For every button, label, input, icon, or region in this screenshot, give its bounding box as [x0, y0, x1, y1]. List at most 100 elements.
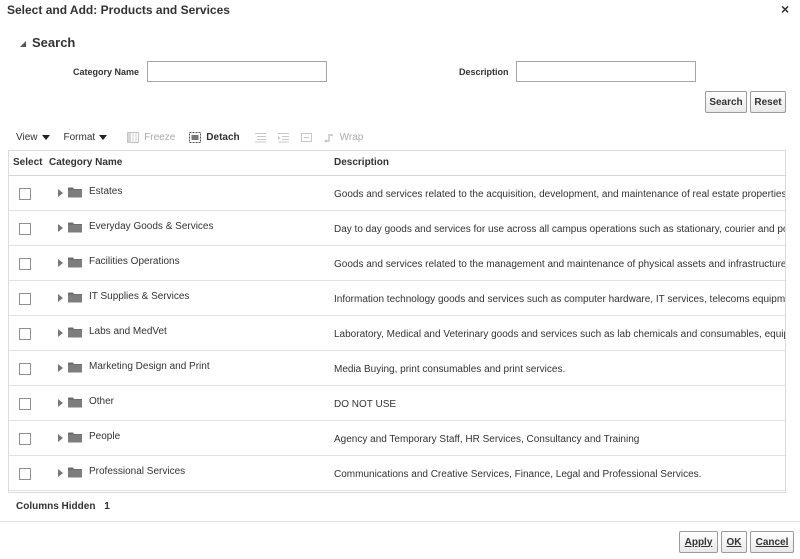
expand-row-icon[interactable] — [58, 329, 63, 337]
description-cell: Information technology goods and service… — [334, 294, 786, 305]
table-row[interactable]: Professional Services Communications and … — [9, 456, 785, 491]
row-select-checkbox[interactable] — [19, 328, 31, 340]
freeze-button[interactable]: Freeze — [127, 131, 176, 143]
expand-row-icon[interactable] — [58, 469, 63, 477]
folder-icon — [68, 292, 82, 303]
table-row[interactable]: Marketing Design and Print Media Buying, … — [9, 351, 785, 386]
category-name-cell: IT Supplies & Services — [89, 291, 190, 302]
search-section-toggle[interactable]: Search — [20, 34, 75, 50]
row-select-checkbox[interactable] — [19, 188, 31, 200]
freeze-icon — [127, 131, 140, 143]
category-name-cell: Marketing Design and Print — [89, 361, 210, 372]
table-row[interactable]: Other DO NOT USE — [9, 386, 785, 421]
description-cell: Communications and Creative Services, Fi… — [334, 469, 702, 480]
chevron-down-icon — [41, 134, 50, 140]
freeze-label: Freeze — [144, 131, 176, 143]
folder-icon — [68, 362, 82, 373]
expand-row-icon[interactable] — [58, 364, 63, 372]
footer-divider — [0, 521, 800, 522]
category-name-cell: Labs and MedVet — [89, 326, 167, 337]
detach-label: Detach — [206, 131, 240, 143]
folder-icon — [68, 257, 82, 268]
description-cell: Agency and Temporary Staff, HR Services,… — [334, 434, 640, 445]
dialog-title-bar: Select and Add: Products and Services × — [0, 0, 800, 20]
description-input[interactable] — [516, 61, 696, 82]
category-name-cell: Professional Services — [89, 466, 186, 477]
description-cell: DO NOT USE — [334, 399, 397, 410]
table-row[interactable]: People Agency and Temporary Staff, HR Ser… — [9, 421, 785, 456]
table-header-row: Select Category Name Description — [9, 151, 785, 176]
view-menu-label: View — [16, 131, 38, 143]
chevron-down-icon — [99, 134, 108, 140]
column-header-description[interactable]: Description — [334, 157, 389, 168]
columns-hidden-info: Columns Hidden 1 — [16, 501, 116, 512]
wrap-icon — [323, 133, 333, 143]
folder-icon — [68, 187, 82, 198]
categories-table: Select Category Name Description Estates… — [8, 150, 786, 493]
category-name-cell: Other — [89, 396, 115, 407]
ok-button-label: OK — [726, 536, 742, 548]
expand-row-icon[interactable] — [58, 434, 63, 442]
expand-row-icon[interactable] — [58, 189, 63, 197]
folder-icon — [68, 327, 82, 338]
folder-icon — [68, 467, 82, 478]
wrap-label: Wrap — [339, 131, 364, 143]
description-cell: Goods and services related to the acquis… — [334, 189, 786, 200]
row-select-checkbox[interactable] — [19, 363, 31, 375]
category-name-cell: People — [89, 431, 121, 442]
wrap-button[interactable]: Wrap — [323, 131, 364, 143]
apply-button[interactable]: Apply — [679, 531, 718, 553]
description-cell: Goods and services related to the manage… — [334, 259, 786, 270]
table-row[interactable]: Labs and MedVet Laboratory, Medical and V… — [9, 316, 786, 351]
folder-icon — [68, 222, 82, 233]
category-name-cell: Estates — [89, 186, 123, 197]
row-select-checkbox[interactable] — [19, 468, 31, 480]
search-section-title: Search — [32, 34, 76, 50]
expand-row-icon[interactable] — [58, 399, 63, 407]
select-and-add-dialog: Select and Add: Products and Services × … — [0, 0, 800, 559]
table-row[interactable]: Facilities Operations Goods and services … — [9, 246, 786, 281]
format-menu[interactable]: Format — [64, 132, 108, 143]
column-header-select[interactable]: Select — [13, 157, 42, 168]
detach-icon — [189, 131, 202, 143]
columns-hidden-label: Columns Hidden — [16, 501, 96, 512]
row-select-checkbox[interactable] — [19, 293, 31, 305]
dialog-title: Select and Add: Products and Services — [7, 3, 230, 17]
row-select-checkbox[interactable] — [19, 433, 31, 445]
category-name-cell: Everyday Goods & Services — [89, 221, 214, 232]
columns-hidden-count: 1 — [104, 501, 110, 512]
category-name-label: Category Name — [73, 67, 140, 77]
row-select-checkbox[interactable] — [19, 223, 31, 235]
view-menu[interactable]: View — [16, 132, 50, 143]
disclosure-expanded-icon — [20, 40, 26, 47]
ok-button[interactable]: OK — [721, 531, 747, 553]
reset-button[interactable]: Reset — [750, 91, 786, 113]
expand-all-icon[interactable] — [300, 132, 313, 143]
cancel-button-label: Cancel — [755, 536, 789, 548]
column-header-category-name[interactable]: Category Name — [49, 157, 122, 168]
description-cell: Media Buying, print consumables and prin… — [334, 364, 566, 375]
category-name-input[interactable] — [147, 61, 327, 82]
table-row[interactable]: IT Supplies & Services Information techno… — [9, 281, 786, 316]
folder-icon — [68, 397, 82, 408]
detach-button[interactable]: Detach — [189, 131, 240, 143]
description-cell: Day to day goods and services for use ac… — [334, 224, 786, 235]
folder-icon — [68, 432, 82, 443]
wrap-left-icon[interactable] — [254, 132, 267, 143]
table-toolbar: View Format Freeze Detach Wrap — [16, 129, 377, 145]
row-select-checkbox[interactable] — [19, 398, 31, 410]
expand-row-icon[interactable] — [58, 294, 63, 302]
search-button[interactable]: Search — [705, 91, 747, 113]
close-button[interactable]: × — [781, 2, 789, 16]
table-row[interactable]: Estates Goods and services related to the… — [9, 176, 786, 211]
apply-button-label: Apply — [684, 536, 713, 548]
description-cell: Laboratory, Medical and Veterinary goods… — [334, 329, 786, 340]
expand-row-icon[interactable] — [58, 224, 63, 232]
indent-icon[interactable] — [277, 132, 290, 143]
table-row[interactable]: Everyday Goods & Services Day to day good… — [9, 211, 786, 246]
expand-row-icon[interactable] — [58, 259, 63, 267]
cancel-button[interactable]: Cancel — [750, 531, 794, 553]
row-select-checkbox[interactable] — [19, 258, 31, 270]
category-name-cell: Facilities Operations — [89, 256, 180, 267]
format-menu-label: Format — [63, 131, 96, 143]
